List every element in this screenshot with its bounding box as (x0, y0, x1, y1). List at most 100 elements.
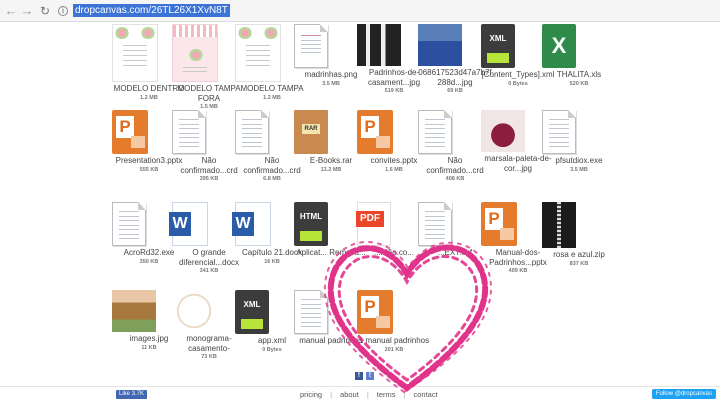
icon-part (179, 128, 199, 129)
icon-part: P (481, 202, 517, 246)
icon-part (549, 132, 569, 134)
icon-part (425, 229, 445, 230)
site-info-icon[interactable]: i (58, 5, 68, 16)
icon-part (301, 312, 321, 314)
icon-part (357, 24, 401, 66)
icon-part (376, 136, 390, 148)
icon-part (246, 50, 270, 51)
icon-part (235, 110, 269, 154)
file-name[interactable]: THALITA.xls (542, 70, 616, 80)
file-size: 520 KB (569, 80, 589, 87)
footer-link-terms[interactable]: terms (377, 390, 396, 399)
icon-part: PDF (356, 202, 391, 246)
icon-part (425, 123, 445, 125)
file-tile[interactable]: pfsutdiox.exe 3.5 MB (542, 110, 616, 173)
footer-links: pricing | about | terms | contact (300, 390, 438, 399)
social-icons: f t (355, 372, 374, 380)
file-size: 408 KB (445, 176, 465, 182)
icon-part (183, 71, 207, 72)
footer-separator: | (403, 390, 406, 399)
icon-part (549, 141, 569, 143)
icon-part (123, 60, 147, 61)
icon-part (115, 27, 129, 39)
forward-arrow-icon[interactable]: → (20, 3, 34, 19)
file-name[interactable]: 1 manual padrinhos (357, 336, 431, 346)
icon-part (123, 55, 147, 56)
file-tile[interactable]: rosa e azul.zip 837 KB (542, 202, 616, 267)
icon-part (179, 119, 199, 120)
file-size: 201 KB (384, 346, 404, 353)
icon-part (425, 137, 445, 138)
file-size: 16 KB (264, 258, 280, 265)
icon-part (301, 317, 321, 318)
icon-part (301, 308, 321, 309)
icon-part (542, 202, 576, 248)
icon-part (119, 215, 139, 217)
browser-toolbar: ← → ↻ i dropcanvas.com/26TL26X1XvN8T (0, 0, 720, 22)
icon-part (418, 110, 452, 154)
icon-part (179, 141, 199, 143)
footer-separator: | (366, 390, 369, 399)
icon-part (246, 55, 270, 56)
icon-part (301, 326, 321, 327)
icon-part (425, 141, 445, 143)
icon-label: W (232, 212, 254, 236)
icon-part (425, 211, 445, 212)
facebook-icon[interactable]: f (355, 372, 363, 380)
icon-part (549, 123, 569, 125)
reload-icon[interactable]: ↻ (38, 3, 52, 19)
file-name[interactable]: rosa e azul.zip (542, 250, 616, 260)
icon-part (301, 321, 321, 323)
icon-part: XML (235, 290, 269, 334)
icon-part: P (112, 110, 148, 154)
powerpoint-file-icon[interactable]: P (357, 290, 431, 334)
icon-part (112, 290, 156, 332)
icon-part (425, 224, 445, 226)
file-grid: MODELO DENTRO 1.2 MB MODELO TAMPA FORA 1.5 … (0, 22, 720, 386)
url-text[interactable]: dropcanvas.com/26TL26X1XvN8T (73, 4, 230, 17)
icon-part: W (232, 202, 271, 246)
footer-bar: Like 3.7K pricing | about | terms | cont… (0, 386, 720, 400)
file-size: 837 KB (569, 260, 589, 267)
footer-link-contact[interactable]: contact (413, 390, 437, 399)
icon-part (294, 290, 328, 334)
icon-part: RAR (294, 110, 328, 154)
icon-part (179, 146, 199, 147)
zip-file-icon[interactable] (542, 202, 616, 248)
file-tile[interactable]: P 1 manual padrinhos 201 KB (357, 290, 431, 353)
icon-part: W (169, 202, 208, 246)
icon-part (500, 228, 514, 240)
footer-link-about[interactable]: about (340, 390, 359, 399)
footer-link-pricing[interactable]: pricing (300, 390, 322, 399)
file-size: 1.2 MB (263, 94, 281, 101)
excel-file-icon[interactable]: X (542, 24, 616, 68)
icon-part (549, 119, 569, 120)
back-arrow-icon[interactable]: ← (4, 3, 18, 19)
icon-part (179, 123, 199, 125)
file-size: 341 KB (199, 268, 219, 274)
address-bar[interactable]: i dropcanvas.com/26TL26X1XvN8T (58, 3, 230, 19)
icon-part (425, 220, 445, 221)
file-tile[interactable]: X THALITA.xls 520 KB (542, 24, 616, 87)
icon-part: HTML (294, 202, 328, 246)
document-file-icon[interactable] (542, 110, 616, 154)
icon-label: W (169, 212, 191, 236)
icon-label: PDF (356, 211, 384, 227)
icon-label: XML (243, 300, 261, 309)
icon-part (189, 49, 203, 61)
icon-part (418, 202, 452, 246)
file-name[interactable]: pfsutdiox.exe (542, 156, 616, 166)
icon-label: P (116, 116, 134, 138)
icon-part (300, 231, 322, 241)
facebook-like-button[interactable]: Like 3.7K (116, 390, 148, 399)
file-size: 3.5 MB (570, 166, 588, 173)
twitter-follow-button[interactable]: Follow @dropcanvas (651, 389, 716, 399)
icon-part (301, 48, 321, 49)
icon-part (179, 137, 199, 138)
icon-part (242, 119, 262, 120)
icon-part: XML (481, 24, 515, 68)
icon-part (425, 238, 445, 239)
twitter-icon[interactable]: t (366, 372, 374, 380)
icon-part (123, 50, 147, 51)
footer-separator: | (330, 390, 333, 399)
